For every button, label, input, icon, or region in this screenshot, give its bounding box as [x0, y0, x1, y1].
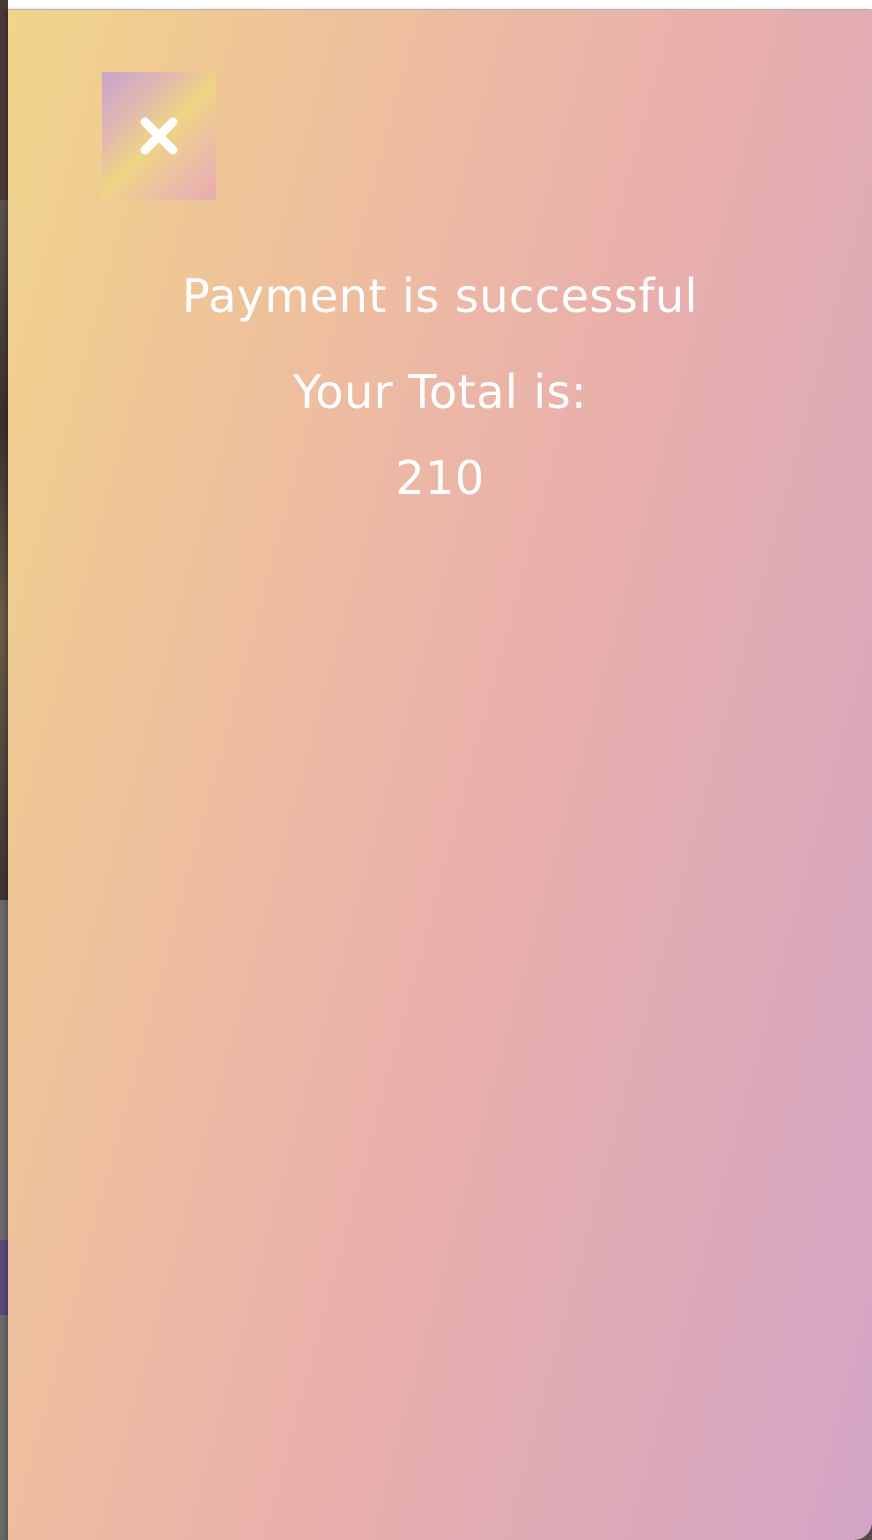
page: Payment is successful Your Total is: 210	[0, 0, 872, 1540]
close-button[interactable]	[102, 72, 216, 200]
payment-success-message: Payment is successful	[182, 269, 698, 323]
payment-modal: Payment is successful Your Total is: 210	[8, 10, 872, 1540]
total-value: 210	[395, 451, 485, 505]
close-icon	[140, 117, 178, 155]
window-top-border	[0, 0, 872, 10]
background-page-overlay	[0, 0, 8, 1540]
total-label: Your Total is:	[292, 365, 588, 419]
